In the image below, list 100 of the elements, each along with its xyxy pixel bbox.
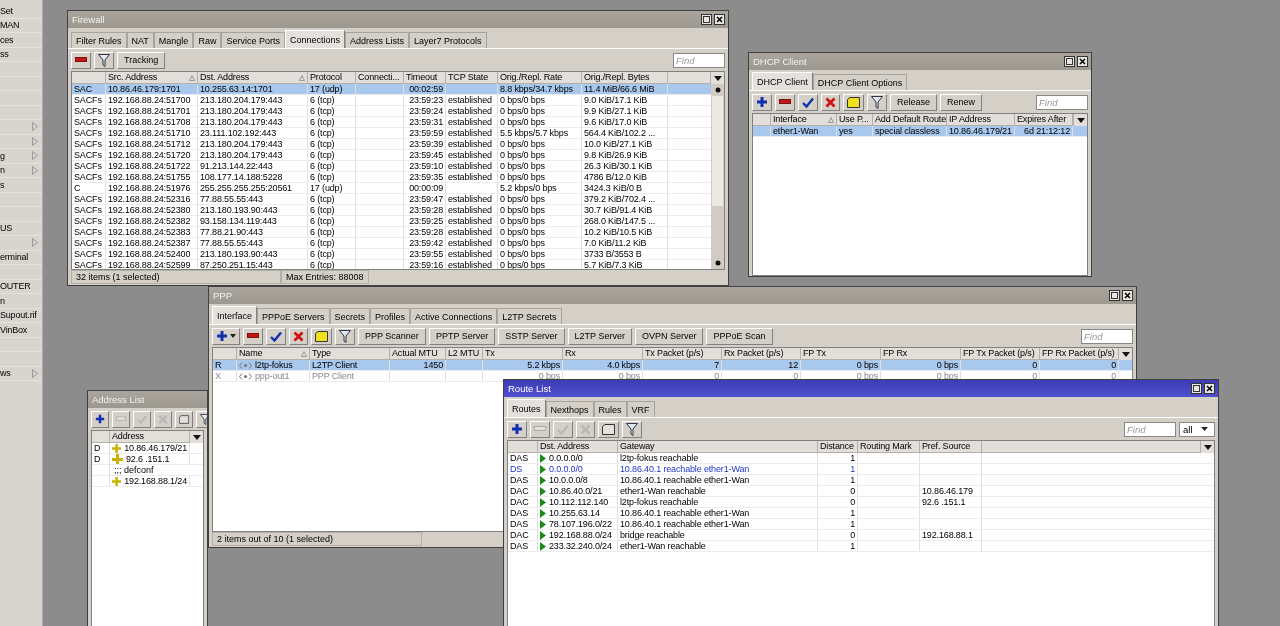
menu-item[interactable]: Set (0, 4, 13, 17)
filter-button[interactable] (94, 51, 114, 69)
enable-button[interactable] (266, 327, 286, 345)
menu-item[interactable]: n (0, 164, 5, 177)
find-field[interactable]: Find (1081, 328, 1133, 344)
close-icon[interactable] (1204, 383, 1215, 394)
column-menu-icon[interactable] (1203, 444, 1212, 450)
close-icon[interactable] (1122, 290, 1133, 301)
tab[interactable]: Interface (212, 306, 258, 324)
scroll-up-icon[interactable] (714, 87, 721, 93)
menu-item[interactable]: erminal (0, 251, 29, 264)
tab[interactable]: Mangle (153, 32, 194, 48)
table-row[interactable]: ether1-Wan yes special classless 10.86.46.179/21 6d 21:12:12 (753, 126, 1087, 137)
table-row[interactable]: C 192.168.88.24:51976 255.255.255.255:20561 17 (udp) 00:00:09 5.2 kbps/0 bps 3424.3 KiB/0 B (72, 183, 711, 194)
filter-button[interactable] (867, 93, 887, 111)
find-field[interactable]: Find (1124, 421, 1176, 437)
tab[interactable]: Filter Rules (71, 32, 127, 48)
menu-item[interactable]: g (0, 149, 5, 162)
find-field[interactable]: Find (1036, 94, 1088, 110)
toolbar-button[interactable]: PPTP Server (428, 327, 496, 345)
tab[interactable]: Secrets (329, 308, 371, 324)
column-menu-icon[interactable] (1076, 117, 1085, 123)
table-cell: DAC (510, 486, 529, 496)
tab[interactable]: Routes (507, 399, 546, 417)
comment-button[interactable] (311, 327, 332, 345)
filter-button[interactable] (622, 420, 642, 438)
table-row[interactable]: SAC 10.86.46.179:1701 10.255.63.14:1701 17 (udp) 00:02:59 8.8 kbps/34.7 kbps 11.4 MiB/66.6 MiB (72, 84, 711, 95)
table-row[interactable]: DAC 192.168.88.0/24 bridge reachable 0 192.168.88.1 (508, 530, 1214, 541)
tab[interactable]: Connections (284, 30, 345, 48)
tab[interactable]: PPPoE Servers (257, 308, 330, 324)
tab[interactable]: L2TP Secrets (497, 308, 562, 324)
maximize-icon[interactable] (701, 14, 712, 25)
table-row[interactable]: DAC 10.86.40.0/21 ether1-Wan reachable 0 10.86.46.179 (508, 486, 1214, 497)
table-row[interactable]: DAC 10.112.112.140 l2tp-fokus reachable 0 92.6 .151.1 (508, 497, 1214, 508)
table-cell: ether1-Wan reachable (620, 486, 706, 496)
add-button[interactable] (752, 93, 772, 111)
menu-item[interactable]: Supout.rif (0, 309, 37, 322)
tab[interactable]: Profiles (370, 308, 411, 324)
find-field[interactable]: Find (673, 52, 725, 68)
remove-button[interactable] (775, 93, 795, 111)
menu-item[interactable]: ss (0, 48, 9, 61)
add-button[interactable] (212, 327, 240, 345)
toolbar-button[interactable]: PPPoE Scan (706, 327, 773, 345)
toolbar-button[interactable]: SSTP Server (498, 327, 565, 345)
toolbar-button[interactable]: L2TP Server (567, 327, 632, 345)
maximize-icon[interactable] (1191, 383, 1202, 394)
table-cell: 17 (udp) (310, 183, 343, 193)
close-icon[interactable] (714, 14, 725, 25)
column-menu-icon[interactable] (192, 434, 201, 440)
tab[interactable]: Service Ports (221, 32, 285, 48)
table-row[interactable]: DAS 10.0.0.0/8 10.86.40.1 reachable ether1-Wan 1 (508, 475, 1214, 486)
toolbar-button[interactable]: Tracking (117, 51, 166, 69)
toolbar-button[interactable]: OVPN Server (634, 327, 704, 345)
remove-button[interactable] (71, 51, 91, 69)
tab[interactable]: Rules (593, 401, 627, 417)
tab[interactable]: Nexthops (545, 401, 594, 417)
menu-item[interactable]: MAN (0, 19, 20, 32)
table-row[interactable]: DAS 233.32.240.0/24 ether1-Wan reachable 1 (508, 541, 1214, 552)
comment-button[interactable] (843, 93, 864, 111)
tab[interactable]: DHCP Client Options (812, 74, 908, 90)
menu-item[interactable]: ws (0, 367, 11, 380)
column-menu-icon[interactable] (713, 75, 722, 81)
tab[interactable]: Active Connections (410, 308, 498, 324)
scroll-down-icon[interactable] (714, 260, 721, 266)
table-row[interactable]: ;;; defconf (92, 465, 203, 476)
table-row[interactable]: DAS 0.0.0.0/0 l2tp-fokus reachable 1 (508, 453, 1214, 464)
menu-item[interactable]: OUTER (0, 280, 31, 293)
table-row[interactable]: DAS 10.255.63.14 10.86.40.1 reachable ether1-Wan 1 (508, 508, 1214, 519)
filter-button[interactable] (335, 327, 355, 345)
table-row[interactable]: DAS 78.107.196.0/22 10.86.40.1 reachable ether1-Wan 1 (508, 519, 1214, 530)
table-row[interactable]: DS 0.0.0.0/0 10.86.40.1 reachable ether1-Wan 1 (508, 464, 1214, 475)
table-row[interactable]: 192.168.88.1/24 (92, 476, 203, 487)
toolbar-button[interactable]: PPP Scanner (358, 327, 426, 345)
tab[interactable]: Layer7 Protocols (409, 32, 487, 48)
add-button[interactable] (91, 410, 109, 428)
filter-dropdown[interactable]: all (1179, 421, 1215, 437)
menu-item[interactable]: n (0, 294, 5, 307)
enable-button[interactable] (798, 93, 818, 111)
table-row[interactable]: R l2tp-fokus L2TP Client 1450 5.2 kbps 4.0 kbps 7 12 0 bps 0 bps 0 0 (213, 360, 1132, 371)
tab[interactable]: NAT (126, 32, 154, 48)
close-icon[interactable] (1077, 56, 1088, 67)
menu-item[interactable]: s (0, 178, 5, 191)
remove-button[interactable] (243, 327, 263, 345)
menu-item[interactable]: ces (0, 33, 14, 46)
maximize-icon[interactable] (1064, 56, 1075, 67)
toolbar-button[interactable]: Release (890, 93, 938, 111)
menu-item[interactable]: VinBox (0, 323, 28, 336)
menu-item[interactable]: US (0, 222, 13, 235)
scrollbar[interactable] (711, 84, 724, 269)
add-button[interactable] (507, 420, 527, 438)
disable-button[interactable] (821, 93, 840, 111)
title-bar[interactable]: Route List (504, 380, 1218, 397)
tab[interactable]: Raw (193, 32, 222, 48)
toolbar-button[interactable]: Renew (940, 93, 983, 111)
tab[interactable]: DHCP Client (752, 72, 813, 90)
disable-button[interactable] (289, 327, 308, 345)
tab[interactable]: VRF (626, 401, 655, 417)
column-menu-icon[interactable] (1121, 351, 1130, 357)
tab[interactable]: Address Lists (345, 32, 409, 48)
maximize-icon[interactable] (1109, 290, 1120, 301)
